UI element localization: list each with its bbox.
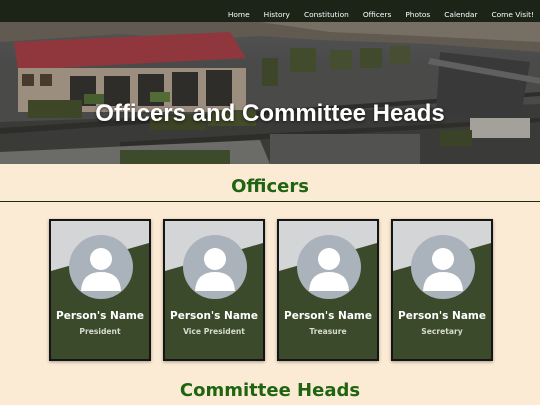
nav-link-history[interactable]: History bbox=[264, 10, 290, 19]
officer-role: Treasure bbox=[309, 327, 347, 336]
officer-name: Person's Name bbox=[56, 310, 144, 322]
nav-link-calendar[interactable]: Calendar bbox=[444, 10, 477, 19]
top-navigation-bar: Home History Constitution Officers Photo… bbox=[0, 0, 540, 22]
committee-heads-heading: Committee Heads bbox=[179, 380, 361, 401]
officer-role: Vice President bbox=[183, 327, 245, 336]
avatar-placeholder-icon bbox=[165, 221, 263, 359]
officer-name: Person's Name bbox=[398, 310, 486, 322]
page-title: Officers and Committee Heads bbox=[95, 100, 445, 127]
hero-banner: Officers and Committee Heads bbox=[0, 22, 540, 164]
officer-role: Secretary bbox=[421, 327, 463, 336]
officer-role: President bbox=[79, 327, 121, 336]
officer-card-vice-president[interactable]: Person's Name Vice President bbox=[163, 219, 265, 361]
section-divider bbox=[0, 201, 540, 202]
officer-card-secretary[interactable]: Person's Name Secretary bbox=[391, 219, 493, 361]
nav-link-home[interactable]: Home bbox=[228, 10, 250, 19]
nav-menu: Home History Constitution Officers Photo… bbox=[214, 0, 534, 22]
officer-card-president[interactable]: Person's Name President bbox=[49, 219, 151, 361]
nav-link-constitution[interactable]: Constitution bbox=[304, 10, 349, 19]
nav-link-come-visit[interactable]: Come Visit! bbox=[492, 10, 535, 19]
officer-card-treasurer[interactable]: Person's Name Treasure bbox=[277, 219, 379, 361]
nav-link-officers[interactable]: Officers bbox=[363, 10, 391, 19]
officers-heading: Officers bbox=[231, 176, 309, 197]
avatar-placeholder-icon bbox=[51, 221, 149, 359]
officer-name: Person's Name bbox=[170, 310, 258, 322]
officer-name: Person's Name bbox=[284, 310, 372, 322]
avatar-placeholder-icon bbox=[279, 221, 377, 359]
hero-model-railroad-image bbox=[0, 22, 540, 164]
nav-link-photos[interactable]: Photos bbox=[405, 10, 430, 19]
avatar-placeholder-icon bbox=[393, 221, 491, 359]
